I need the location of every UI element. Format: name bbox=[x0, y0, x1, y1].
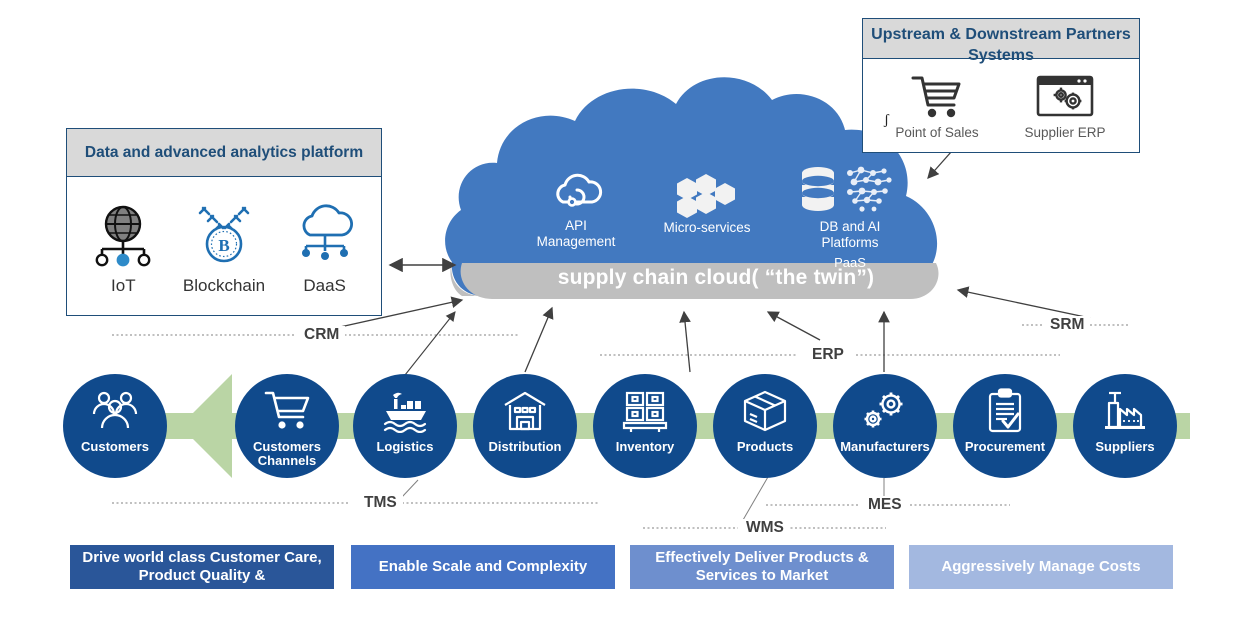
iot-globe-icon bbox=[77, 198, 169, 274]
chain-node-suppliers[interactable]: Suppliers bbox=[1073, 374, 1177, 478]
banner-text: Aggressively Manage Costs bbox=[941, 558, 1141, 575]
pallet-boxes-icon bbox=[593, 388, 697, 434]
connector-label-crm: CRM bbox=[298, 326, 346, 344]
chain-node-customers-channels[interactable]: Customers Channels bbox=[235, 374, 339, 478]
chain-node-customers[interactable]: Customers bbox=[63, 374, 167, 478]
tms-leader bbox=[401, 479, 419, 498]
data-analytics-panel-title: Data and advanced analytics platform bbox=[67, 129, 381, 177]
people-group-icon bbox=[63, 388, 167, 434]
connector-label-srm: SRM bbox=[1044, 316, 1091, 334]
crm-leader-logistics bbox=[404, 311, 456, 376]
analytics-tile-iot[interactable]: IoT bbox=[77, 198, 169, 296]
factory-icon bbox=[1073, 388, 1177, 434]
cloud-data-icon bbox=[279, 198, 371, 274]
cargo-ship-icon bbox=[353, 388, 457, 434]
chain-node-label: Inventory bbox=[615, 439, 675, 454]
analytics-tile-blockchain[interactable]: B Blockchain bbox=[178, 198, 270, 296]
banner-text: Drive world class Customer Care, Product… bbox=[82, 549, 322, 584]
analytics-tile-label: Blockchain bbox=[182, 275, 266, 295]
chain-node-inventory[interactable]: Inventory bbox=[593, 374, 697, 478]
warehouse-icon bbox=[473, 388, 577, 434]
partners-systems-panel-title: Upstream & Downstream Partners Systems bbox=[863, 19, 1139, 64]
chain-node-label: Manufacturers bbox=[840, 439, 930, 454]
cloud-item-label: Micro-services bbox=[663, 220, 751, 235]
banner-text: Enable Scale and Complexity bbox=[378, 558, 588, 575]
data-analytics-panel: Data and advanced analytics platform IoT… bbox=[66, 128, 382, 316]
chain-node-label: Distribution bbox=[488, 439, 562, 454]
shopping-cart-icon bbox=[885, 73, 989, 121]
chain-node-manufacturers[interactable]: Manufacturers bbox=[833, 374, 937, 478]
chain-node-logistics[interactable]: Logistics bbox=[353, 374, 457, 478]
chain-node-label: Logistics bbox=[376, 439, 434, 454]
database-ai-icon bbox=[786, 163, 914, 219]
stray-glyph: ʃ bbox=[884, 112, 889, 128]
clipboard-check-icon bbox=[953, 388, 1057, 434]
partners-systems-panel: Upstream & Downstream Partners Systems P… bbox=[862, 18, 1140, 153]
connector-label-erp: ERP bbox=[806, 346, 850, 364]
api-cloud-icon bbox=[520, 168, 632, 218]
svg-text:B: B bbox=[218, 236, 229, 255]
erp-arrow-distribution bbox=[524, 306, 554, 373]
partners-systems-panel-body: Point of Sales Supplier ERP bbox=[863, 59, 1139, 153]
carton-box-icon bbox=[713, 388, 817, 434]
chain-node-label: Procurement bbox=[964, 439, 1046, 454]
chain-node-label: Customers bbox=[81, 439, 149, 454]
banner-aggressively-manage-costs[interactable]: Aggressively Manage Costs bbox=[909, 545, 1173, 589]
diagram-canvas: Data and advanced analytics platform IoT… bbox=[0, 0, 1250, 619]
gears-icon bbox=[833, 388, 937, 434]
connector-label-mes: MES bbox=[862, 496, 908, 514]
erp-arrow-inventory bbox=[679, 310, 691, 373]
analytics-tile-label: DaaS bbox=[303, 275, 346, 295]
data-analytics-panel-body: IoT B Blockchain DaaS bbox=[67, 177, 381, 316]
partners-tile-point-of-sales[interactable]: Point of Sales bbox=[885, 73, 989, 140]
cloud-title: supply chain cloud( “the twin”) bbox=[557, 266, 875, 289]
chain-node-procurement[interactable]: Procurement bbox=[953, 374, 1057, 478]
banner-enable-scale-and-complexity[interactable]: Enable Scale and Complexity bbox=[351, 545, 615, 589]
chain-node-label: Customers Channels bbox=[253, 439, 321, 468]
srm-arrow-to-cloud bbox=[956, 286, 1091, 319]
analytics-tile-daas[interactable]: DaaS bbox=[279, 198, 371, 296]
cloud-item-label: DB and AI Platforms bbox=[819, 219, 881, 250]
browser-gears-icon bbox=[1013, 73, 1117, 121]
banner-text: Effectively Deliver Products & Services … bbox=[655, 549, 869, 584]
connector-label-wms: WMS bbox=[740, 519, 790, 537]
chain-node-products[interactable]: Products bbox=[713, 374, 817, 478]
cloud-item-api-management[interactable]: API Management bbox=[520, 168, 632, 250]
partners-tile-label: Supplier ERP bbox=[1024, 124, 1106, 140]
chain-node-label: Suppliers bbox=[1095, 439, 1155, 454]
green-arrow-head bbox=[180, 374, 232, 478]
hexagon-microservices-icon bbox=[648, 170, 766, 220]
chain-node-label: Products bbox=[736, 439, 794, 454]
blockchain-coin-icon: B bbox=[178, 198, 270, 274]
analytics-tile-label: IoT bbox=[111, 275, 136, 295]
connector-label-tms: TMS bbox=[358, 494, 403, 512]
shopping-cart-icon bbox=[235, 388, 339, 434]
cloud-item-label: API Management bbox=[536, 218, 616, 249]
banner-drive-world-class-customer-care[interactable]: Drive world class Customer Care, Product… bbox=[70, 545, 334, 589]
partners-tile-supplier-erp[interactable]: Supplier ERP bbox=[1013, 73, 1117, 140]
erp-arrow-to-cloud bbox=[766, 311, 821, 341]
cloud-item-micro-services[interactable]: Micro-services bbox=[648, 170, 766, 236]
cloud-item-db-ai-platforms[interactable]: DB and AI Platforms bbox=[786, 163, 914, 251]
chain-node-distribution[interactable]: Distribution bbox=[473, 374, 577, 478]
banner-effectively-deliver-products[interactable]: Effectively Deliver Products & Services … bbox=[630, 545, 894, 589]
partners-tile-label: Point of Sales bbox=[895, 124, 979, 140]
